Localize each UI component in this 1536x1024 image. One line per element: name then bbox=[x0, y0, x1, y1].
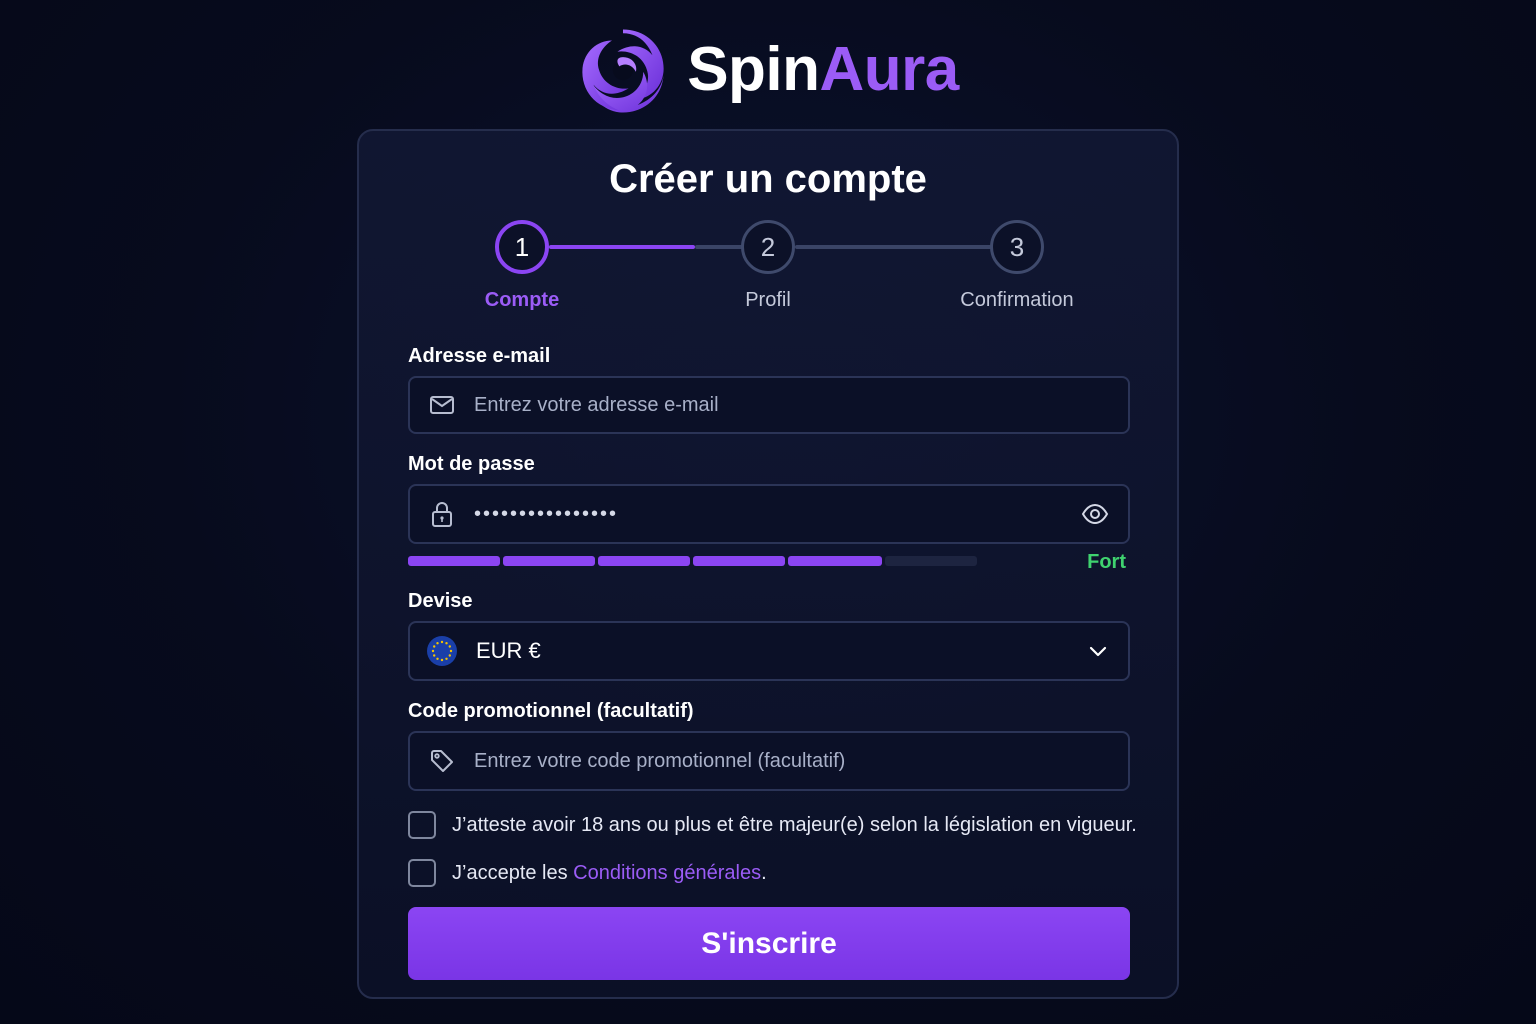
lock-icon bbox=[432, 502, 452, 527]
eye-icon[interactable] bbox=[1080, 499, 1110, 529]
age-check-row: J’atteste avoir 18 ans ou plus et être m… bbox=[408, 811, 1137, 839]
email-field-box bbox=[408, 376, 1130, 434]
step-3-number: 3 bbox=[1009, 231, 1025, 262]
password-label: Mot de passe bbox=[408, 453, 535, 475]
strength-segment bbox=[693, 556, 785, 566]
promo-label: Code promotionnel (facultatif) bbox=[408, 700, 694, 722]
signup-button[interactable]: S'inscrire bbox=[408, 907, 1130, 980]
stepper-line bbox=[795, 245, 993, 249]
promo-input[interactable] bbox=[474, 733, 1074, 789]
email-label: Adresse e-mail bbox=[408, 345, 551, 367]
step-1-number: 1 bbox=[514, 231, 530, 262]
step-3-label: Confirmation bbox=[960, 289, 1074, 311]
brand-name-part1: Spin bbox=[687, 35, 820, 104]
step-2-circle[interactable]: 2 bbox=[741, 220, 795, 274]
age-check-text: J’atteste avoir 18 ans ou plus et être m… bbox=[452, 813, 1137, 836]
spiral-logo-icon bbox=[582, 29, 664, 113]
terms-check-text: J’accepte les Conditions générales. bbox=[452, 862, 767, 885]
terms-link[interactable]: Conditions générales bbox=[573, 862, 761, 884]
page-title: Créer un compte bbox=[609, 157, 927, 201]
terms-text-before: J’accepte les bbox=[452, 861, 574, 884]
terms-check-row: J’accepte les Conditions générales. bbox=[408, 859, 767, 887]
strength-segment bbox=[598, 556, 690, 566]
step-2-label: Profil bbox=[745, 289, 791, 311]
step-3-circle[interactable]: 3 bbox=[990, 220, 1044, 274]
currency-label: Devise bbox=[408, 590, 473, 612]
brand-name-part2: Aura bbox=[819, 35, 960, 104]
brand-name: SpinAura bbox=[687, 39, 959, 101]
chevron-down-icon bbox=[1089, 646, 1107, 657]
strength-segment bbox=[408, 556, 500, 566]
mail-icon bbox=[430, 396, 454, 414]
step-1-circle[interactable]: 1 bbox=[495, 220, 549, 274]
age-checkbox[interactable] bbox=[408, 811, 436, 839]
eu-flag-icon bbox=[427, 636, 457, 666]
step-1-label: Compte bbox=[484, 289, 560, 311]
stepper-progress-line bbox=[549, 245, 695, 249]
stepper-line bbox=[695, 245, 745, 249]
terms-text-after: . bbox=[761, 861, 767, 884]
password-input[interactable] bbox=[474, 486, 1074, 542]
email-input[interactable] bbox=[474, 378, 1074, 432]
terms-checkbox[interactable] bbox=[408, 859, 436, 887]
signup-card: Créer un compte 1 2 3 Compte Profil Conf… bbox=[357, 129, 1179, 999]
tag-icon bbox=[431, 750, 453, 772]
strength-label: Fort bbox=[1087, 551, 1126, 573]
promo-field-box bbox=[408, 731, 1130, 791]
currency-selected-value: EUR € bbox=[476, 638, 541, 663]
strength-segment bbox=[788, 556, 882, 566]
currency-select[interactable]: EUR € bbox=[408, 621, 1130, 681]
password-field-box bbox=[408, 484, 1130, 544]
strength-segment bbox=[885, 556, 977, 566]
step-2-number: 2 bbox=[760, 231, 776, 262]
strength-segment bbox=[503, 556, 595, 566]
brand-logo: SpinAura bbox=[0, 22, 1536, 118]
